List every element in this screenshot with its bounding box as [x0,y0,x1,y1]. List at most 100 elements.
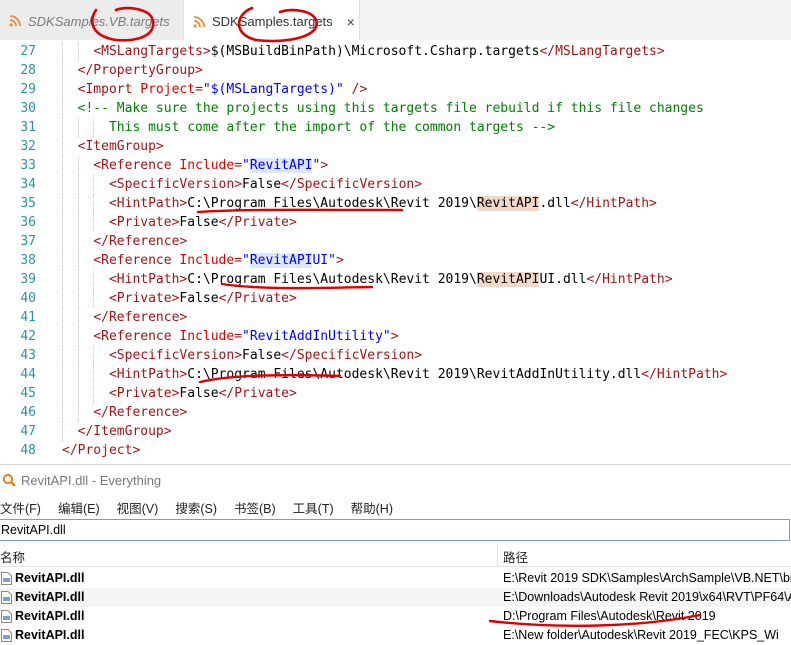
code-text: <HintPath>C:\Program Files\Autodesk\Revi… [109,270,673,289]
code-line[interactable]: 42 <Reference Include="RevitAddInUtility"… [0,327,791,346]
code-editor[interactable]: 27 <MSLangTargets>$(MSBuildBinPath)\Micro… [0,40,791,464]
code-line[interactable]: 31 This must come after the import of the… [0,118,791,137]
line-number: 48 [20,443,36,458]
result-file-path: E:\New folder\Autodesk\Revit 2019_FEC\KP… [503,628,779,642]
tab-sdksamples-targets[interactable]: SDKSamples.targets × [183,0,360,43]
code-token: </SpecificVersion> [281,177,423,192]
window-title: RevitAPI.dll - Everything [21,472,162,488]
code-token: </Project> [62,443,141,458]
code-token: </HintPath> [570,196,657,211]
code-line[interactable]: 39 <HintPath>C:\Program Files\Autodesk\Re… [0,270,791,289]
code-token: RevitAPI [476,196,540,211]
tab-label: SDKSamples.VB.targets [28,13,170,29]
code-token: False [179,291,219,306]
code-text: <Reference Include="RevitAPI"> [93,156,328,175]
code-token: Include [179,158,235,173]
close-tab-icon[interactable]: × [347,14,355,30]
code-text: <Private>False</Private> [109,384,297,403]
menu-search[interactable]: 搜索(S) [175,498,217,517]
code-text: <SpecificVersion>False</SpecificVersion> [109,175,422,194]
code-text: <HintPath>C:\Program Files\Autodesk\Revi… [109,194,657,213]
column-header-name[interactable]: 名称 [0,547,25,566]
result-row[interactable]: RevitAPI.dll D:\Program Files\Autodesk\Re… [0,607,791,626]
code-line[interactable]: 45 <Private>False</Private> [0,384,791,403]
indent-guide [93,213,95,232]
indent-guide [62,194,63,213]
indent-guide [62,99,63,118]
code-line[interactable]: 28 </PropertyGroup> [0,61,791,80]
code-text: </Project> [62,441,140,460]
line-number: 40 [20,291,36,306]
code-line[interactable]: 27 <MSLangTargets>$(MSBuildBinPath)\Micro… [0,42,791,61]
indent-guide [77,289,79,308]
menu-help[interactable]: 帮助(H) [351,498,393,517]
line-number: 30 [20,101,36,116]
code-line[interactable]: 34 <SpecificVersion>False</SpecificVersio… [0,175,791,194]
code-text: </ItemGroup> [78,422,172,441]
column-header-path[interactable]: 路径 [503,547,528,566]
code-line[interactable]: 44 <HintPath>C:\Program Files\Autodesk\Re… [0,365,791,384]
indent-guide [62,365,63,384]
line-number: 27 [20,44,36,59]
code-token: </MSLangTargets> [539,44,665,59]
code-token: = [234,158,243,173]
code-token: " [242,158,250,173]
tab-sdksamples-vb-targets[interactable]: SDKSamples.VB.targets [0,0,183,42]
search-input[interactable]: RevitAPI.dll [0,519,790,541]
menu-tools[interactable]: 工具(T) [293,498,334,517]
code-line[interactable]: 41 </Reference> [0,308,791,327]
indent-guide [77,232,79,251]
code-text: <Reference Include="RevitAddInUtility"> [93,327,398,346]
code-text: </Reference> [93,403,187,422]
code-line[interactable]: 47 </ItemGroup> [0,422,791,441]
code-line[interactable]: 29 <Import Project="$(MSLangTargets)" /> [0,80,791,99]
menu-bookmarks[interactable]: 书签(B) [234,498,276,517]
column-separator[interactable] [497,544,498,566]
code-token: > [390,329,399,344]
code-token: </Reference> [93,310,188,325]
line-number: 32 [20,139,36,154]
indent-guide [62,175,63,194]
code-token: </Private> [218,386,297,401]
code-line[interactable]: 36 <Private>False</Private> [0,213,791,232]
code-token: RevitAPI [249,158,313,173]
tab-label: SDKSamples.targets [212,14,333,29]
line-number: 38 [20,253,36,268]
indent-guide [77,42,79,61]
dll-file-icon [1,591,12,604]
code-line[interactable]: 33 <Reference Include="RevitAPI"> [0,156,791,175]
result-row[interactable]: RevitAPI.dll E:\Revit 2019 SDK\Samples\Ar… [0,569,791,588]
menu-view[interactable]: 视图(V) [117,498,159,517]
code-token: False [242,177,282,192]
result-row[interactable]: RevitAPI.dll E:\New folder\Autodesk\Revit… [0,626,791,645]
code-line[interactable]: 40 <Private>False</Private> [0,289,791,308]
code-line[interactable]: 30 <!-- Make sure the projects using this… [0,99,791,118]
code-line[interactable]: 46 </Reference> [0,403,791,422]
code-line[interactable]: 38 <Reference Include="RevitAPIUI"> [0,251,791,270]
result-row[interactable]: RevitAPI.dll E:\Downloads\Autodesk Revit … [0,588,791,607]
code-line[interactable]: 35 <HintPath>C:\Program Files\Autodesk\Re… [0,194,791,213]
code-text: </PropertyGroup> [78,61,203,80]
indent-guide [93,289,95,308]
code-line[interactable]: 48 </Project> [0,441,791,460]
everything-window: RevitAPI.dll - Everything 文件(F) 编辑(E) 视图… [0,464,791,642]
menu-bar: 文件(F) 编辑(E) 视图(V) 搜索(S) 书签(B) 工具(T) 帮助(H… [0,495,791,519]
code-token: <Import [77,82,141,97]
line-number: 33 [20,158,36,173]
code-token: <Reference [93,329,180,344]
menu-edit[interactable]: 编辑(E) [58,498,100,517]
code-line[interactable]: 37 </Reference> [0,232,791,251]
code-line[interactable]: 43 <SpecificVersion>False</SpecificVersio… [0,346,791,365]
code-line[interactable]: 32 <ItemGroup> [0,137,791,156]
code-token: This must come after the import of the c… [108,120,556,135]
indent-guide [77,156,79,175]
code-token: </Reference> [93,405,188,420]
line-number: 34 [20,177,36,192]
indent-guide [77,346,79,365]
code-token: <Private> [108,386,180,401]
code-token: <HintPath> [108,367,188,382]
code-token: = [195,82,203,97]
line-number: 28 [20,63,36,78]
menu-file[interactable]: 文件(F) [0,498,41,517]
indent-guide [77,384,79,403]
